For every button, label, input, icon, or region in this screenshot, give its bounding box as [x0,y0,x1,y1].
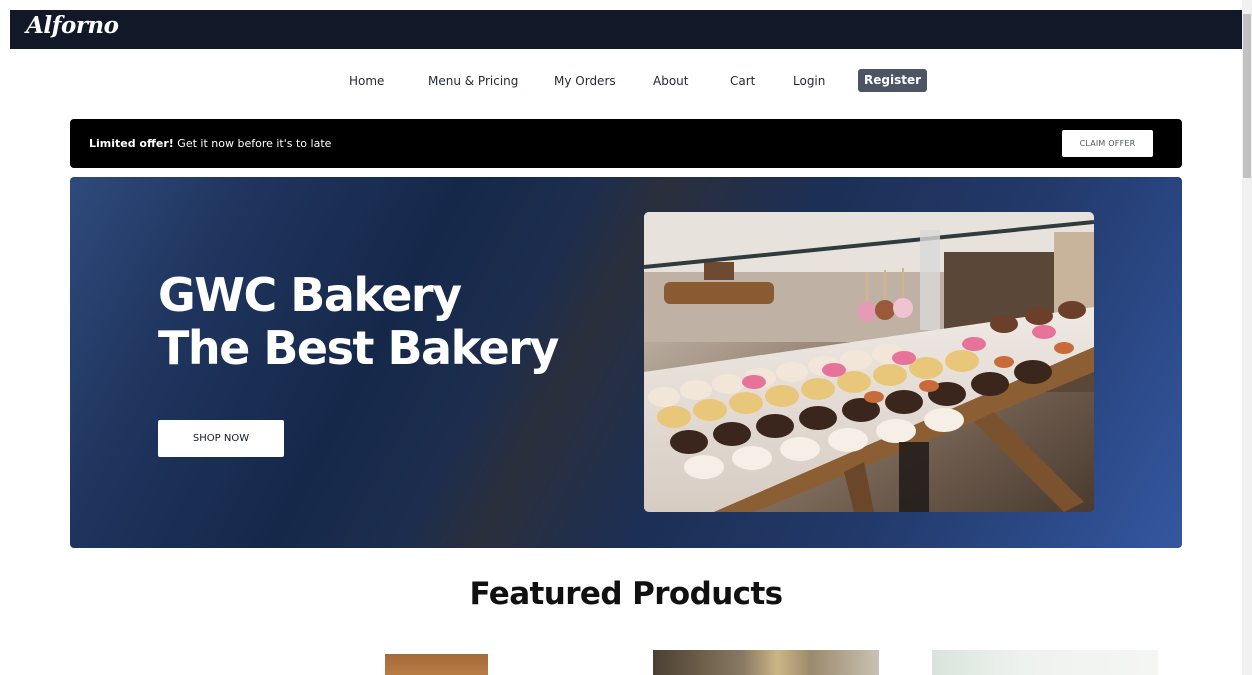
nav-link-login[interactable]: Login [793,68,825,94]
hero-title: GWC Bakery The Best Bakery [158,268,559,375]
brand-logo[interactable]: Alforno [26,11,119,41]
nav-link-menu-pricing[interactable]: Menu & Pricing [428,68,518,94]
featured-products-title: Featured Products [469,576,783,612]
product-image-3[interactable] [932,650,1158,675]
offer-body-text: Get it now before it's to late [173,137,332,150]
offer-banner: Limited offer! Get it now before it's to… [70,119,1182,168]
nav-link-about[interactable]: About [653,68,688,94]
shop-now-button[interactable]: SHOP NOW [158,420,284,457]
nav-link-my-orders[interactable]: My Orders [554,68,616,94]
page-scrollbar[interactable] [1242,0,1252,675]
product-image-2[interactable] [653,650,879,675]
hero-title-line-1: GWC Bakery [158,268,462,322]
claim-offer-button[interactable]: CLAIM OFFER [1062,130,1153,157]
scrollbar-thumb[interactable] [1243,14,1251,178]
offer-text: Limited offer! Get it now before it's to… [89,119,331,168]
bakery-display-illustration [644,212,1094,512]
register-button[interactable]: Register [858,69,928,92]
main-nav: Home Menu & Pricing My Orders About Cart… [0,68,1242,94]
hero-title-line-2: The Best Bakery [158,321,559,375]
hero-bakery-image [644,212,1094,512]
nav-link-cart[interactable]: Cart [730,68,755,94]
offer-bold-text: Limited offer! [89,137,174,150]
product-image-1[interactable] [385,654,488,675]
top-bar: Alforno [10,10,1242,49]
page: Alforno Home Menu & Pricing My Orders Ab… [0,0,1252,675]
nav-link-home[interactable]: Home [349,68,384,94]
hero-section: GWC Bakery The Best Bakery SHOP NOW [70,177,1182,548]
